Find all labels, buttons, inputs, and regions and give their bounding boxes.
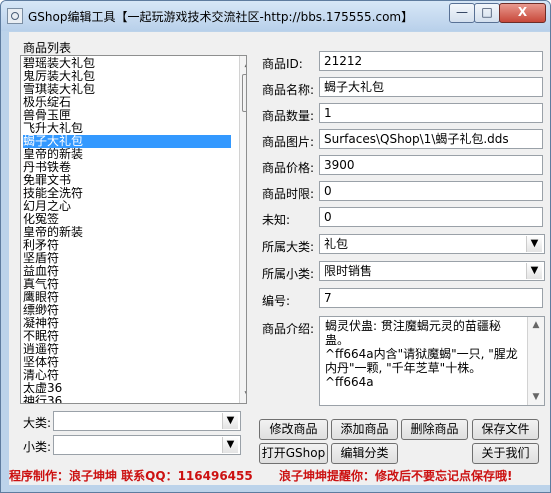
- description-line: ^ff664a: [325, 375, 374, 389]
- list-item[interactable]: 飞升大礼包: [23, 122, 231, 135]
- window-title: GShop编辑工具【一起玩游戏技术交流社区-http://bbs.175555.…: [28, 10, 414, 24]
- minimize-button[interactable]: —: [449, 3, 475, 23]
- list-item[interactable]: 益血符: [23, 265, 231, 278]
- list-item[interactable]: 清心符: [23, 369, 231, 382]
- product-image-input[interactable]: Surfaces\QShop\1\蝎子礼包.dds: [319, 129, 543, 149]
- list-item[interactable]: 逍遥符: [23, 343, 231, 356]
- list-item[interactable]: 丹书铁卷: [23, 161, 231, 174]
- description-label: 商品介绍:: [262, 322, 315, 336]
- list-item[interactable]: 幻月之心: [23, 200, 231, 213]
- product-name-input[interactable]: 蝎子大礼包: [319, 77, 543, 97]
- product-id-input[interactable]: 21212: [319, 51, 543, 71]
- product-price-input[interactable]: 3900: [319, 155, 543, 175]
- product-name-label: 商品名称:: [262, 83, 315, 97]
- product-listbox[interactable]: 碧瑶装大礼包 鬼厉装大礼包 雪琪装大礼包 极乐绽石 兽骨玉匣 飞升大礼包 蝎子大…: [20, 55, 247, 404]
- major-category-select[interactable]: 礼包 ▼: [319, 234, 545, 254]
- description-line: 内丹"一颗, "千年芝草"十株。: [325, 361, 482, 375]
- app-window: GShop编辑工具【一起玩游戏技术交流社区-http://bbs.175555.…: [0, 0, 551, 493]
- list-item[interactable]: 极乐绽石: [23, 96, 231, 109]
- scroll-down-arrow-icon[interactable]: ▼: [528, 389, 544, 405]
- product-list-title: 商品列表: [23, 41, 72, 55]
- unknown-field-label: 未知:: [262, 213, 291, 227]
- app-icon: [7, 8, 23, 24]
- list-item[interactable]: 坚盾符: [23, 252, 231, 265]
- minor-filter-select[interactable]: ▼: [53, 435, 241, 455]
- major-filter-label: 大类:: [23, 416, 52, 430]
- list-item[interactable]: 兽骨玉匣: [23, 109, 231, 122]
- edit-category-button[interactable]: 编辑分类: [331, 443, 398, 464]
- open-gshop-button[interactable]: 打开GShop: [259, 443, 328, 464]
- list-item[interactable]: 碧瑶装大礼包: [23, 57, 231, 70]
- major-filter-select[interactable]: ▼: [53, 411, 241, 431]
- minor-category-select[interactable]: 限时销售 ▼: [319, 261, 545, 281]
- description-line: ^ff664a内含"请狱魔蝎"一只, "腥龙: [325, 347, 518, 361]
- list-item[interactable]: 神行36: [23, 395, 231, 403]
- product-time-limit-label: 商品时限:: [262, 187, 315, 201]
- list-item[interactable]: 免罪文书: [23, 174, 231, 187]
- close-button[interactable]: X: [499, 3, 546, 23]
- list-item[interactable]: 鹰眼符: [23, 291, 231, 304]
- save-reminder: 浪子坤坤提醒你：修改后不要忘记点保存哦!: [279, 469, 513, 483]
- list-item[interactable]: 不眠符: [23, 330, 231, 343]
- product-count-input[interactable]: 1: [319, 103, 543, 123]
- minor-category-value: 限时销售: [324, 264, 373, 278]
- save-file-button[interactable]: 保存文件: [472, 419, 539, 440]
- list-item[interactable]: 化冤签: [23, 213, 231, 226]
- description-scrollbar[interactable]: ▲ ▼: [527, 317, 544, 405]
- scroll-up-arrow-icon[interactable]: ▲: [240, 56, 246, 72]
- list-item[interactable]: 皇帝的新装: [23, 148, 231, 161]
- modify-product-button[interactable]: 修改商品: [259, 419, 328, 440]
- chevron-down-icon[interactable]: ▼: [222, 413, 238, 429]
- footer-bar: 程序制作：浪子坤坤 联系QQ：116496455 浪子坤坤提醒你：修改后不要忘记…: [9, 464, 542, 484]
- product-image-label: 商品图片:: [262, 135, 315, 149]
- scroll-thumb[interactable]: [242, 74, 246, 112]
- client-area: 商品列表 碧瑶装大礼包 鬼厉装大礼包 雪琪装大礼包 极乐绽石 兽骨玉匣 飞升大礼…: [9, 32, 550, 485]
- description-textarea[interactable]: 蝎灵伏蛊: 贯注魔蝎元灵的苗疆秘 蛊。 ^ff664a内含"请狱魔蝎"一只, "…: [319, 316, 545, 406]
- list-item[interactable]: 技能全洗符: [23, 187, 231, 200]
- product-count-label: 商品数量:: [262, 109, 315, 123]
- unknown-field-input[interactable]: 0: [319, 207, 543, 227]
- chevron-down-icon[interactable]: ▼: [526, 263, 542, 279]
- delete-product-button[interactable]: 删除商品: [401, 419, 468, 440]
- list-item[interactable]: 凝神符: [23, 317, 231, 330]
- list-item[interactable]: 缥缈符: [23, 304, 231, 317]
- author-info: 程序制作：浪子坤坤 联系QQ：116496455: [9, 469, 253, 483]
- description-line: 蝎灵伏蛊: 贯注魔蝎元灵的苗疆秘: [325, 319, 501, 333]
- maximize-button[interactable]: □: [474, 3, 500, 23]
- list-item[interactable]: 雪琪装大礼包: [23, 83, 231, 96]
- chevron-down-icon[interactable]: ▼: [526, 236, 542, 252]
- major-category-value: 礼包: [324, 237, 349, 251]
- list-item[interactable]: 皇帝的新装: [23, 226, 231, 239]
- list-item[interactable]: 太虚36: [23, 382, 231, 395]
- minor-category-label: 所属小类:: [262, 267, 315, 281]
- description-line: 蛊。: [325, 333, 350, 347]
- number-label: 编号:: [262, 294, 291, 308]
- scroll-up-arrow-icon[interactable]: ▲: [528, 317, 544, 333]
- major-category-label: 所属大类:: [262, 240, 315, 254]
- chevron-down-icon[interactable]: ▼: [222, 437, 238, 453]
- title-bar[interactable]: GShop编辑工具【一起玩游戏技术交流社区-http://bbs.175555.…: [1, 1, 550, 31]
- list-scrollbar[interactable]: ▲ ▼: [239, 56, 246, 403]
- list-item[interactable]: 利矛符: [23, 239, 231, 252]
- list-item[interactable]: 真气符: [23, 278, 231, 291]
- product-price-label: 商品价格:: [262, 161, 315, 175]
- product-id-label: 商品ID:: [262, 57, 303, 71]
- product-time-limit-input[interactable]: 0: [319, 181, 543, 201]
- number-input[interactable]: 7: [319, 288, 543, 308]
- scroll-down-arrow-icon[interactable]: ▼: [240, 387, 246, 403]
- list-item[interactable]: 鬼厉装大礼包: [23, 70, 231, 83]
- list-item[interactable]: 坚体符: [23, 356, 231, 369]
- about-us-button[interactable]: 关于我们: [472, 443, 539, 464]
- list-item-selected[interactable]: 蝎子大礼包: [23, 135, 231, 148]
- add-product-button[interactable]: 添加商品: [331, 419, 398, 440]
- minor-filter-label: 小类:: [23, 440, 52, 454]
